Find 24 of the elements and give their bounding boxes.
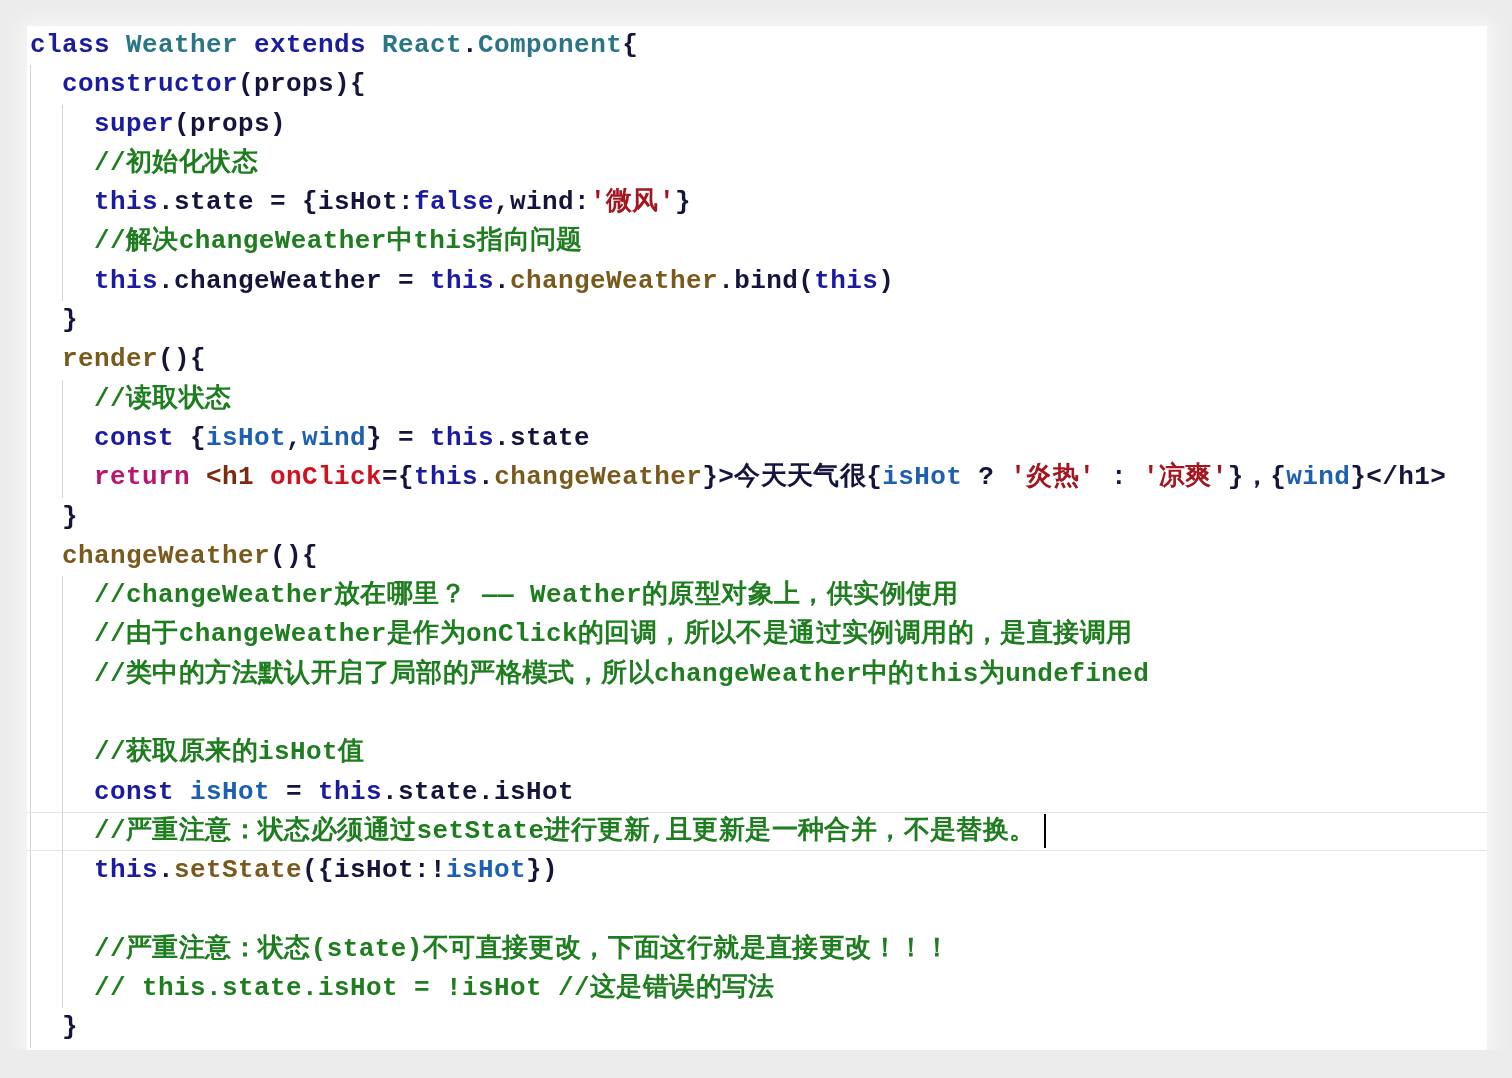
code-line: // this.state.isHot = !isHot //这是错误的写法: [94, 971, 775, 1006]
code-line: render(){: [62, 343, 207, 377]
code-line: //严重注意：状态(state)不可直接更改，下面这行就是直接更改！！！: [94, 932, 951, 966]
code-line: class Weather extends React.Component{: [30, 29, 639, 62]
code-line: const {isHot,wind} = this.state: [94, 421, 591, 455]
code-line: //解决changeWeather中this指向问题: [94, 225, 583, 259]
code-line: //由于changeWeather是作为onClick的回调，所以不是通过实例调用的，是直接调用: [94, 617, 1133, 652]
code-line: //类中的方法默认开启了局部的严格模式，所以changeWeather中的this为undefined: [94, 657, 1150, 691]
code-line: constructor(props){: [62, 68, 367, 102]
code-line: //获取原来的isHot值: [94, 736, 365, 770]
code-line: //读取状态: [94, 382, 232, 416]
code-line: const isHot = this.state.isHot: [94, 775, 575, 809]
code-line: //初始化状态: [94, 146, 258, 180]
code-line: changeWeather(){: [62, 539, 319, 573]
code-line: }: [62, 1011, 78, 1045]
code-line: this.changeWeather = this.changeWeather.bind(this): [94, 264, 895, 298]
code-line: }: [62, 500, 78, 534]
code-line: return <h1 onClick={this.changeWeather}>今天天气很{isHot ? '炎热' : '凉爽'}，{wind}</h1>: [94, 460, 1447, 495]
code-line: //changeWeather放在哪里？ —— Weather的原型对象上，供实例使用: [94, 578, 959, 613]
code-line: //严重注意：状态必须通过setState进行更新,且更新是一种合并，不是替换。: [94, 814, 1036, 848]
code-line: this.state = {isHot:false,wind:'微风'}: [94, 186, 691, 220]
code-line: }: [62, 304, 78, 338]
code-line: super(props): [94, 107, 287, 141]
code-line: this.setState({isHot:!isHot}): [94, 854, 559, 888]
